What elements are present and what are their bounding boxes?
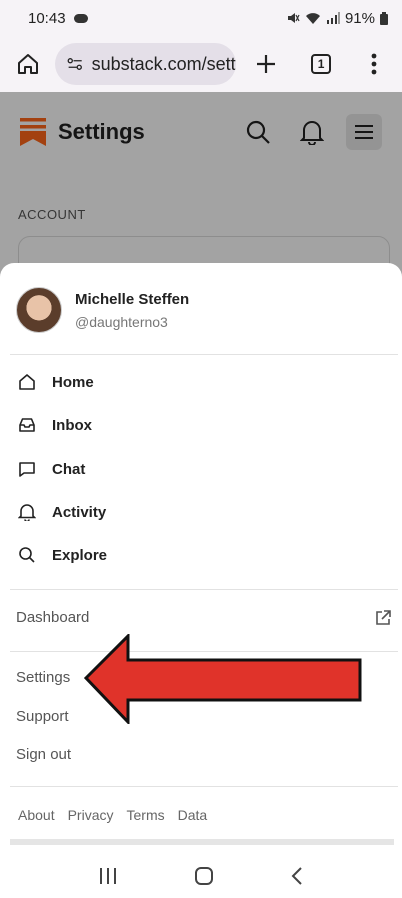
- home-icon: [18, 373, 36, 391]
- footer-link-data[interactable]: Data: [178, 807, 208, 823]
- status-time: 10:43: [28, 9, 66, 27]
- footer-links: About Privacy Terms Data: [18, 807, 207, 823]
- sign-out-link[interactable]: Sign out: [16, 746, 71, 763]
- home-nav-icon[interactable]: [194, 866, 214, 886]
- back-icon[interactable]: [290, 866, 304, 886]
- cloud-icon: [73, 13, 88, 23]
- nav-item-activity[interactable]: Activity: [18, 500, 106, 524]
- nav-label: Chat: [52, 460, 86, 478]
- mute-icon: [287, 13, 300, 23]
- chat-icon: [18, 460, 36, 478]
- nav-label: Activity: [52, 503, 107, 521]
- dashboard-link[interactable]: Dashboard: [16, 609, 89, 626]
- divider: [10, 786, 398, 787]
- nav-item-chat[interactable]: Chat: [18, 457, 85, 481]
- browser-toolbar: substack.com/settings 1: [0, 36, 402, 92]
- address-bar[interactable]: substack.com/settings: [55, 43, 237, 85]
- tab-count: 1: [311, 54, 332, 74]
- new-tab-button[interactable]: [246, 44, 285, 84]
- more-vert-icon: [371, 53, 377, 75]
- nav-label: Explore: [52, 546, 108, 564]
- profile-header[interactable]: Michelle Steffen @daughterno3: [16, 287, 189, 333]
- battery-percent: 91%: [344, 9, 375, 27]
- recents-icon[interactable]: [98, 867, 118, 885]
- home-icon: [17, 54, 38, 74]
- divider: [10, 354, 398, 355]
- avatar: [16, 287, 62, 333]
- annotation-arrow: [84, 634, 362, 724]
- home-button[interactable]: [8, 44, 47, 84]
- nav-item-home[interactable]: Home: [18, 370, 94, 394]
- profile-handle: @daughterno3: [75, 313, 168, 330]
- settings-link[interactable]: Settings: [16, 669, 70, 686]
- tab-switcher-button[interactable]: 1: [301, 44, 340, 84]
- browser-menu-button[interactable]: [355, 44, 394, 84]
- drawer-scroll-edge: [10, 839, 394, 845]
- divider: [10, 589, 398, 590]
- plus-icon: [256, 55, 275, 73]
- wifi-icon: [305, 12, 320, 24]
- search-icon: [18, 546, 36, 564]
- footer-link-privacy[interactable]: Privacy: [68, 807, 114, 823]
- signal-icon: [326, 12, 340, 24]
- status-bar: 10:43 91%: [0, 0, 402, 36]
- support-link[interactable]: Support: [16, 708, 69, 725]
- footer-link-about[interactable]: About: [18, 807, 55, 823]
- inbox-icon: [18, 416, 36, 434]
- nav-item-explore[interactable]: Explore: [18, 543, 107, 567]
- nav-label: Inbox: [52, 416, 92, 434]
- bell-icon: [18, 503, 36, 521]
- nav-item-inbox[interactable]: Inbox: [18, 413, 92, 437]
- url-text[interactable]: substack.com/settings: [92, 54, 237, 75]
- profile-text: Michelle Steffen @daughterno3: [75, 291, 189, 330]
- status-icons: 91%: [286, 10, 388, 27]
- nav-drawer: Michelle Steffen @daughterno3 Home Inbox…: [0, 263, 402, 853]
- external-link-icon[interactable]: [374, 609, 392, 627]
- nav-label: Home: [52, 373, 94, 391]
- site-settings-icon[interactable]: [67, 55, 83, 73]
- footer-link-terms[interactable]: Terms: [127, 807, 165, 823]
- android-nav-bar: [0, 853, 402, 898]
- battery-icon: [380, 11, 388, 25]
- profile-name: Michelle Steffen: [75, 290, 190, 308]
